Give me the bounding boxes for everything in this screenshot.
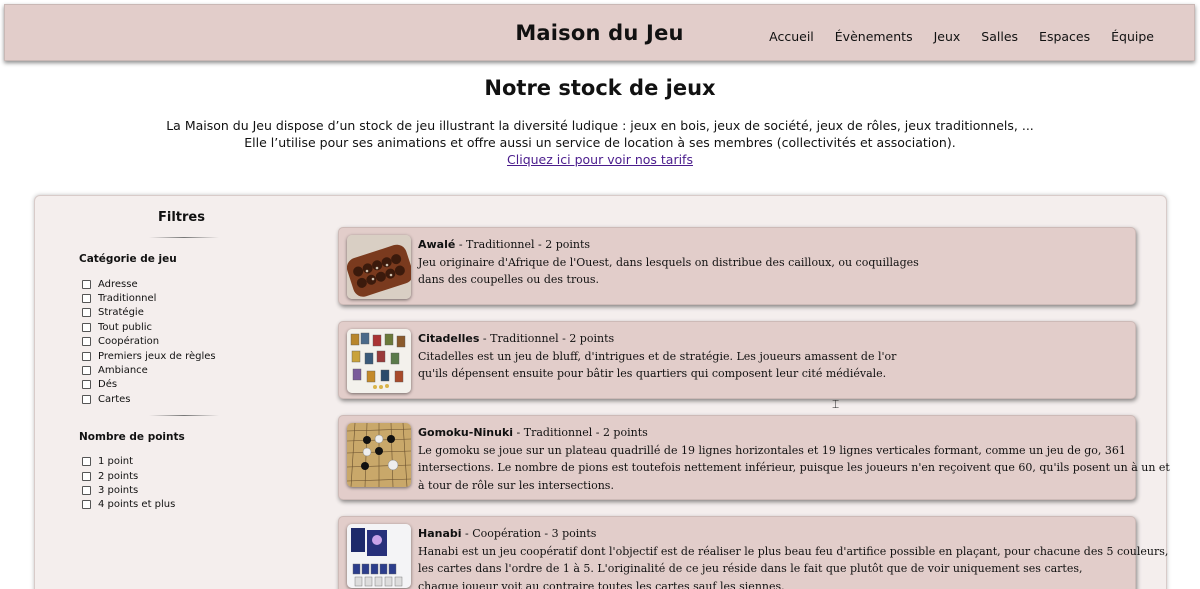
game-description-line: Jeu originaire d'Afrique de l'Ouest, dan… <box>418 255 919 269</box>
game-info: Citadelles - Traditionnel - 2 points Cit… <box>418 330 1105 383</box>
category-options: Adresse Traditionnel Stratégie Tout publ… <box>79 277 279 407</box>
game-name: Citadelles <box>418 332 480 345</box>
game-header: Awalé - Traditionnel - 2 points <box>418 236 1105 254</box>
game-card-gomoku-ninuki[interactable]: Gomoku-Ninuki - Traditionnel - 2 points … <box>338 415 1170 500</box>
nav-jeux[interactable]: Jeux <box>934 29 961 44</box>
filter-option-cartes[interactable]: Cartes <box>79 392 279 406</box>
game-meta: - Traditionnel - 2 points <box>479 332 615 345</box>
filter-option-2-points[interactable]: 2 points <box>79 469 279 483</box>
checkbox[interactable] <box>82 380 91 390</box>
game-description-line: dans des coupelles ou des trous. <box>418 273 600 286</box>
page-title: Notre stock de jeux <box>484 76 716 100</box>
filter-option-traditionnel[interactable]: Traditionnel <box>79 291 279 305</box>
filters-sidebar: Filtres Catégorie de jeu Adresse Traditi… <box>79 210 279 512</box>
checkbox[interactable] <box>82 279 91 289</box>
game-info: Gomoku-Ninuki - Traditionnel - 2 points … <box>418 424 1170 494</box>
checkbox[interactable] <box>82 351 91 361</box>
checkbox[interactable] <box>82 322 91 332</box>
game-description-line: à tour de rôle sur les intersections. <box>418 478 614 492</box>
game-card-awale[interactable]: Awalé - Traditionnel - 2 points Jeu orig… <box>338 227 1136 305</box>
nav-espaces[interactable]: Espaces <box>1039 29 1090 44</box>
game-info: Hanabi - Coopération - 3 points Hanabi e… <box>418 525 1169 589</box>
intro-line-1: La Maison du Jeu dispose d’un stock de j… <box>166 118 1034 133</box>
nav-accueil[interactable]: Accueil <box>769 29 814 44</box>
filter-option-premiers-jeux[interactable]: Premiers jeux de règles <box>79 349 279 363</box>
filter-option-ambiance[interactable]: Ambiance <box>79 363 279 377</box>
game-meta: - Traditionnel - 2 points <box>513 426 648 439</box>
game-thumbnail-awale <box>347 235 411 299</box>
checkbox[interactable] <box>82 457 91 467</box>
game-card-citadelles[interactable]: Citadelles - Traditionnel - 2 points Cit… <box>338 321 1136 399</box>
game-header: Gomoku-Ninuki - Traditionnel - 2 points <box>418 424 1105 442</box>
filters-title: Filtres <box>158 210 205 225</box>
checkbox[interactable] <box>82 366 91 376</box>
checkbox[interactable] <box>82 485 91 495</box>
checkbox[interactable] <box>82 308 91 318</box>
points-group-title: Nombre de points <box>79 430 185 443</box>
game-thumbnail-gomoku <box>347 423 411 487</box>
filter-option-tout-public[interactable]: Tout public <box>79 320 279 334</box>
filters-divider <box>149 237 219 238</box>
game-name: Gomoku-Ninuki <box>418 426 514 439</box>
catalog-panel: Filtres Catégorie de jeu Adresse Traditi… <box>34 195 1170 589</box>
game-description-line: les cartes dans l'ordre de 1 à 5. L'orig… <box>418 562 1083 575</box>
game-description-line: Citadelles est un jeu de bluff, d'intrig… <box>418 349 897 363</box>
category-group-title: Catégorie de jeu <box>79 253 177 265</box>
game-description-line: chaque joueur voit au contraire toutes l… <box>418 579 785 589</box>
filters-divider <box>149 414 219 416</box>
game-description-line: qu'ils dépensent ensuite pour bâtir les … <box>418 367 887 380</box>
game-card-hanabi[interactable]: Hanabi - Coopération - 3 points Hanabi e… <box>338 516 1169 589</box>
nav-equipe[interactable]: Équipe <box>1111 29 1154 44</box>
filter-option-1-point[interactable]: 1 point <box>79 455 279 469</box>
game-thumbnail-hanabi <box>347 524 411 588</box>
text-cursor-icon: ⌶ <box>832 397 840 411</box>
game-description-line: Le gomoku se joue sur un plateau quadril… <box>418 443 1126 457</box>
game-description-line: intersections. Le nombre de pions est to… <box>418 461 1170 474</box>
checkbox[interactable] <box>82 337 91 347</box>
filter-option-strategie[interactable]: Stratégie <box>79 306 279 320</box>
site-header: Maison du Jeu Accueil Évènements Jeux Sa… <box>4 4 1195 61</box>
filter-option-des[interactable]: Dés <box>79 378 279 392</box>
tarifs-link[interactable]: Cliquez ici pour voir nos tarifs <box>507 152 693 167</box>
checkbox[interactable] <box>82 294 91 304</box>
intro-text: La Maison du Jeu dispose d’un stock de j… <box>0 117 1200 168</box>
game-description-line: Hanabi est un jeu coopératif dont l'obje… <box>418 544 1169 558</box>
game-meta: - Coopération - 3 points <box>461 527 597 540</box>
nav-evenements[interactable]: Évènements <box>835 29 913 44</box>
intro-line-2: Elle l’utilise pour ses animations et of… <box>244 135 956 150</box>
game-header: Citadelles - Traditionnel - 2 points <box>418 330 1105 348</box>
points-options: 1 point 2 points 3 points 4 points et pl… <box>79 455 279 513</box>
game-meta: - Traditionnel - 2 points <box>455 238 591 251</box>
filter-option-adresse[interactable]: Adresse <box>79 277 279 291</box>
checkbox[interactable] <box>82 394 91 404</box>
nav-salles[interactable]: Salles <box>981 29 1018 44</box>
game-name: Awalé <box>418 238 456 251</box>
filter-option-4-points-plus[interactable]: 4 points et plus <box>79 498 279 512</box>
checkbox[interactable] <box>82 500 91 510</box>
game-thumbnail-citadelles <box>347 329 411 393</box>
main-nav: Accueil Évènements Jeux Salles Espaces É… <box>748 29 1154 44</box>
filter-option-3-points[interactable]: 3 points <box>79 483 279 497</box>
game-header: Hanabi - Coopération - 3 points <box>418 525 1105 543</box>
game-name: Hanabi <box>418 527 462 540</box>
game-info: Awalé - Traditionnel - 2 points Jeu orig… <box>418 236 1105 289</box>
filter-option-cooperation[interactable]: Coopération <box>79 335 279 349</box>
checkbox[interactable] <box>82 471 91 481</box>
